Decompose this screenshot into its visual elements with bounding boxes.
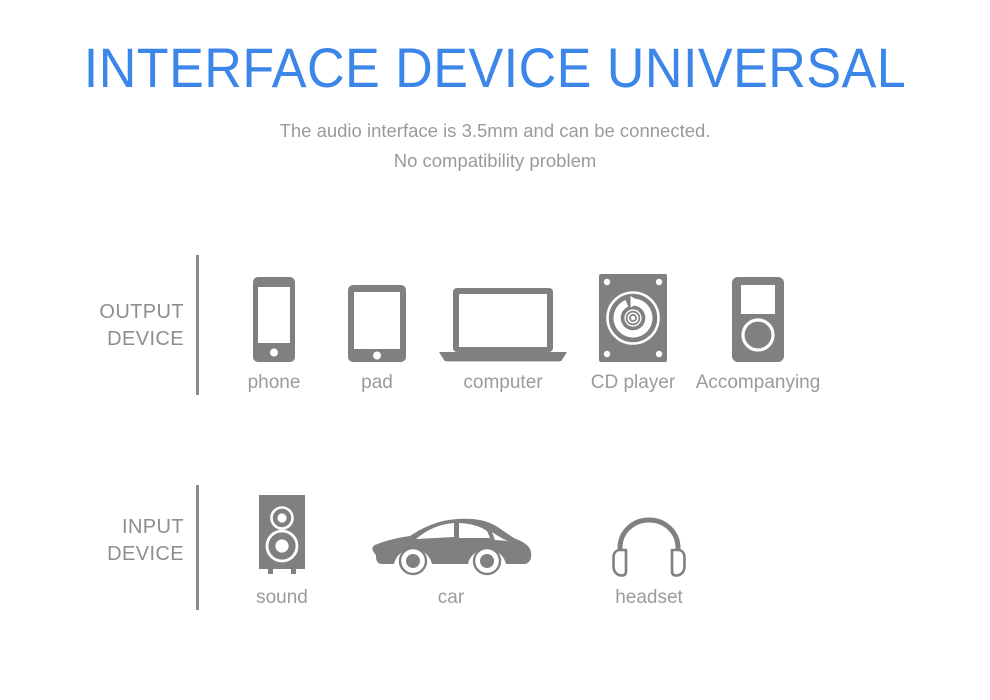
phone-icon-wrap (253, 274, 295, 362)
device-item-accompanying: Accompanying (689, 274, 827, 395)
subtitle-line-2: No compatibility problem (393, 150, 597, 171)
device-item-cd-player: CD player (577, 274, 689, 395)
output-device-list: phone pad computer CD player Accompanyin… (199, 274, 827, 395)
headset-icon-wrap (612, 491, 686, 577)
speaker-icon (259, 495, 305, 574)
mp3-player-icon (732, 277, 784, 362)
computer-caption: computer (463, 372, 543, 393)
subtitle-line-1: The audio interface is 3.5mm and can be … (279, 120, 711, 141)
device-item-phone: phone (223, 274, 325, 395)
accompanying-caption: Accompanying (695, 372, 821, 393)
laptop-icon (439, 288, 567, 362)
input-label-line-2: DEVICE (107, 543, 184, 565)
phone-caption: phone (247, 372, 301, 393)
device-item-pad: pad (325, 274, 429, 395)
computer-icon-wrap (439, 274, 567, 362)
device-item-car: car (341, 491, 561, 610)
headphones-icon (612, 517, 686, 577)
pad-icon-wrap (348, 274, 406, 362)
input-device-list: sound car headset (199, 491, 737, 610)
input-device-section: INPUT DEVICE sound car headset (0, 485, 737, 610)
smartphone-icon (253, 277, 295, 362)
output-label-line-2: DEVICE (107, 328, 184, 350)
device-item-sound: sound (223, 491, 341, 610)
device-item-headset: headset (561, 491, 737, 610)
car-caption: car (437, 587, 465, 608)
accompanying-icon-wrap (732, 274, 784, 362)
sound-caption: sound (256, 587, 308, 608)
car-icon (371, 518, 531, 576)
headset-caption: headset (615, 587, 683, 608)
sound-icon-wrap (259, 491, 305, 577)
input-device-label: INPUT DEVICE (0, 514, 196, 610)
input-label-line-1: INPUT (122, 516, 184, 538)
tablet-icon (348, 285, 406, 362)
pad-caption: pad (361, 372, 393, 393)
page-subtitle: The audio interface is 3.5mm and can be … (0, 98, 990, 176)
page-header: INTERFACE DEVICE UNIVERSAL The audio int… (0, 0, 990, 176)
car-icon-wrap (370, 491, 533, 577)
cd-player-icon-wrap (599, 274, 667, 362)
cd-player-icon (599, 274, 667, 362)
output-device-section: OUTPUT DEVICE phone pad computer CD play… (0, 255, 827, 395)
page-title: INTERFACE DEVICE UNIVERSAL (83, 36, 907, 99)
output-device-label: OUTPUT DEVICE (0, 299, 196, 395)
cd-player-caption: CD player (590, 372, 676, 393)
output-label-line-1: OUTPUT (99, 301, 184, 323)
device-item-computer: computer (429, 274, 577, 395)
